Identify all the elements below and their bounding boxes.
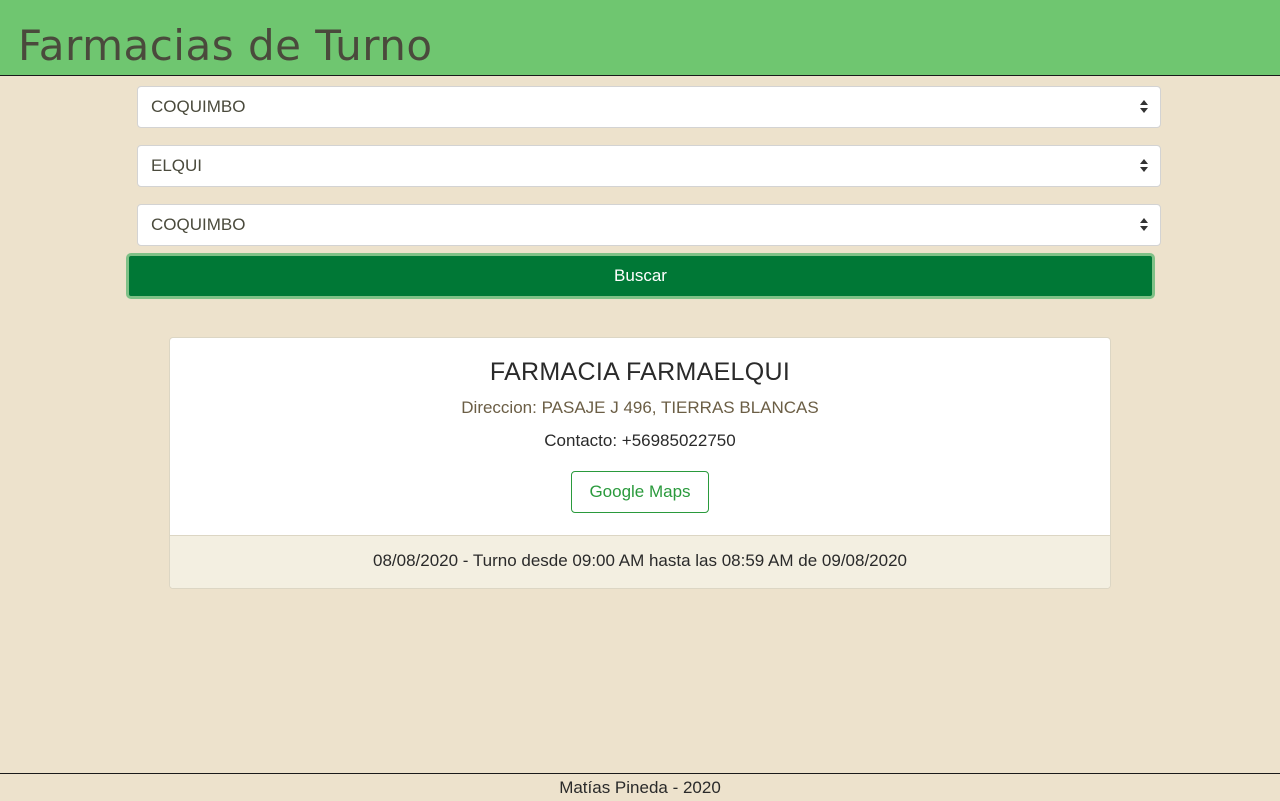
app-header: Farmacias de Turno <box>0 0 1280 76</box>
region-select-value: COQUIMBO <box>151 97 246 116</box>
page-footer: Matías Pineda - 2020 <box>0 773 1280 800</box>
search-button[interactable]: Buscar <box>126 253 1155 299</box>
select-arrows-icon <box>1140 218 1148 232</box>
select-arrows-icon <box>1140 159 1148 173</box>
select-arrows-icon <box>1140 100 1148 114</box>
province-select[interactable]: ELQUI <box>137 145 1161 187</box>
app-title: Farmacias de Turno <box>18 21 433 70</box>
pharmacy-address: Direccion: PASAJE J 496, TIERRAS BLANCAS <box>461 398 819 417</box>
pharmacy-card: FARMACIA FARMAELQUI Direccion: PASAJE J … <box>169 337 1111 589</box>
commune-select-value: COQUIMBO <box>151 215 246 234</box>
region-select[interactable]: COQUIMBO <box>137 86 1161 128</box>
google-maps-button[interactable]: Google Maps <box>571 471 709 513</box>
pharmacy-contact: Contacto: +56985022750 <box>544 431 736 450</box>
commune-select[interactable]: COQUIMBO <box>137 204 1161 246</box>
pharmacy-name: FARMACIA FARMAELQUI <box>489 358 791 386</box>
province-select-value: ELQUI <box>151 156 203 175</box>
pharmacy-schedule: 08/08/2020 - Turno desde 09:00 AM hasta … <box>170 535 1110 588</box>
